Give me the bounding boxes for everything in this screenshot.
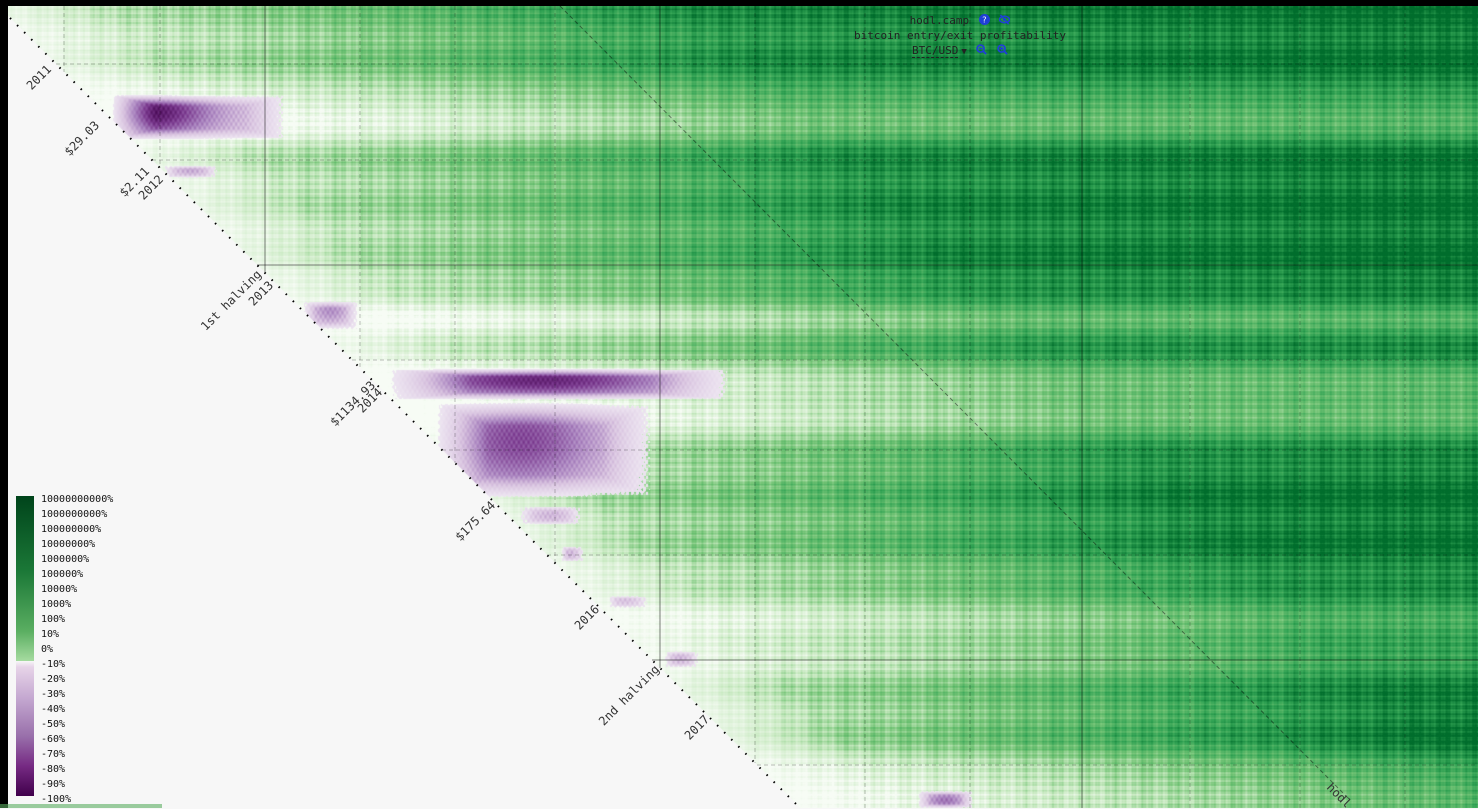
legend-tick: -80%: [41, 764, 66, 775]
currency-pair-select[interactable]: BTC/USD: [911, 44, 959, 58]
grid-lines: [9, 5, 1478, 808]
watermark-text: hodl: [1324, 780, 1354, 808]
chart-header: hodl.camp ? bitcoin entry/exit profitabi…: [800, 13, 1120, 60]
legend-tick: 1000000%: [41, 554, 90, 565]
diagonal-axis-label: 2nd halving: [596, 662, 662, 728]
zoom-out-icon[interactable]: [976, 44, 988, 55]
site-title: hodl.camp: [909, 14, 970, 27]
legend-tick: 1000%: [41, 599, 72, 610]
legend-tick: 10%: [41, 629, 60, 640]
legend-tick: -50%: [41, 719, 66, 730]
top-border: [0, 0, 1478, 6]
bottom-strip: [0, 804, 162, 808]
legend-tick: 100000000%: [41, 524, 102, 535]
diagonal-axis-label: 2016: [572, 602, 602, 632]
legend-tick: -10%: [41, 659, 66, 670]
legend-tick: 10000%: [41, 584, 78, 595]
chart-subtitle: bitcoin entry/exit profitability: [854, 29, 1066, 42]
question-circle-icon[interactable]: ?: [978, 14, 990, 25]
diagonal-axis-label: $175.64: [452, 498, 498, 544]
legend-tick: 10000000000%: [41, 494, 114, 505]
legend-tick: -40%: [41, 704, 66, 715]
chart-overlay: 2011$29.03$2.1120121st halving2013$1134.…: [9, 5, 1478, 808]
legend-tick: 10000000%: [41, 539, 96, 550]
diagonal-axis-label: $29.03: [62, 118, 103, 159]
diagonal-axis-label: 2011: [24, 62, 54, 92]
legend-color-bar: [16, 496, 34, 796]
eye-slash-icon[interactable]: [999, 14, 1011, 25]
legend-tick: 100000%: [41, 569, 84, 580]
svg-text:?: ?: [982, 15, 986, 25]
diagonal-tick-marks: [9, 17, 801, 808]
legend-ticks: 10000000000% 1000000000% 100000000% 1000000…: [41, 494, 113, 809]
legend-tick: 1000000000%: [41, 509, 108, 520]
legend-tick: 0%: [41, 644, 54, 655]
legend-tick: -60%: [41, 734, 66, 745]
zoom-in-icon[interactable]: [997, 44, 1008, 55]
legend-tick: -30%: [41, 689, 66, 700]
left-border: [0, 0, 8, 808]
legend-tick: 100%: [41, 614, 66, 625]
diagonal-labels: 2011$29.03$2.1120121st halving2013$1134.…: [24, 62, 712, 742]
caret-down-icon[interactable]: ▼: [961, 47, 966, 57]
reference-diagonal: [559, 5, 1351, 801]
legend-tick: -20%: [41, 674, 66, 685]
diagonal-axis-label: 2017: [682, 712, 712, 742]
legend-tick: -90%: [41, 779, 66, 790]
legend-tick: -70%: [41, 749, 66, 760]
